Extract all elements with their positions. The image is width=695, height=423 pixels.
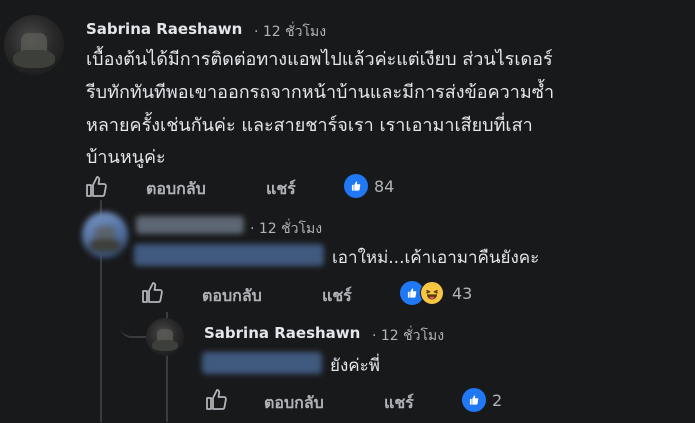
comment-author[interactable]: Sabrina Raeshawn (204, 324, 360, 342)
comment-timestamp[interactable]: · 12 ชั่วโมง (250, 218, 322, 240)
like-icon[interactable] (462, 388, 486, 412)
like-icon[interactable] (344, 174, 368, 198)
comment-text-line: รีบทักทันทีพอเขาออกรถจากหน้าบ้านและมีการ… (86, 82, 555, 103)
comment-text-line: หลายครั้งเช่นกันค่ะ และสายชาร์จเรา เราเอ… (86, 115, 533, 136)
reply-button[interactable]: ตอบกลับ (146, 177, 206, 202)
haha-icon[interactable] (420, 281, 444, 305)
like-button-icon[interactable] (204, 388, 228, 412)
reply-button[interactable]: ตอบกลับ (264, 391, 324, 416)
share-button[interactable]: แชร์ (384, 391, 414, 416)
reaction-count[interactable]: 2 (492, 391, 502, 410)
comment-timestamp[interactable]: · 12 ชั่วโมง (372, 325, 444, 347)
blurred-author-name (136, 216, 244, 234)
comment-text: เอาใหม่...เค้าเอามาคืนยังคะ (332, 248, 540, 268)
reaction-count[interactable]: 43 (452, 284, 472, 303)
avatar[interactable] (4, 15, 64, 75)
thread-curve-reply2b (120, 316, 148, 338)
comment-text: ยังค่ะพี่ (330, 356, 380, 376)
like-button-icon[interactable] (140, 281, 164, 305)
like-button-icon[interactable] (84, 175, 108, 199)
reaction-count[interactable]: 84 (374, 177, 394, 196)
share-button[interactable]: แชร์ (322, 284, 352, 309)
reply-button[interactable]: ตอบกลับ (202, 284, 262, 309)
blurred-tag (134, 244, 324, 266)
avatar[interactable] (146, 318, 184, 356)
comment-timestamp[interactable]: · 12 ชั่วโมง (254, 21, 326, 43)
share-button[interactable]: แชร์ (266, 177, 296, 202)
comment-author[interactable]: Sabrina Raeshawn (86, 20, 242, 38)
comment-text-line: เบื้องต้นได้มีการติดต่อทางแอพไปแล้วค่ะแต… (86, 49, 553, 70)
comment-text-line: บ้านหนูค่ะ (86, 147, 166, 168)
avatar[interactable] (82, 212, 128, 258)
blurred-tag (202, 352, 322, 374)
